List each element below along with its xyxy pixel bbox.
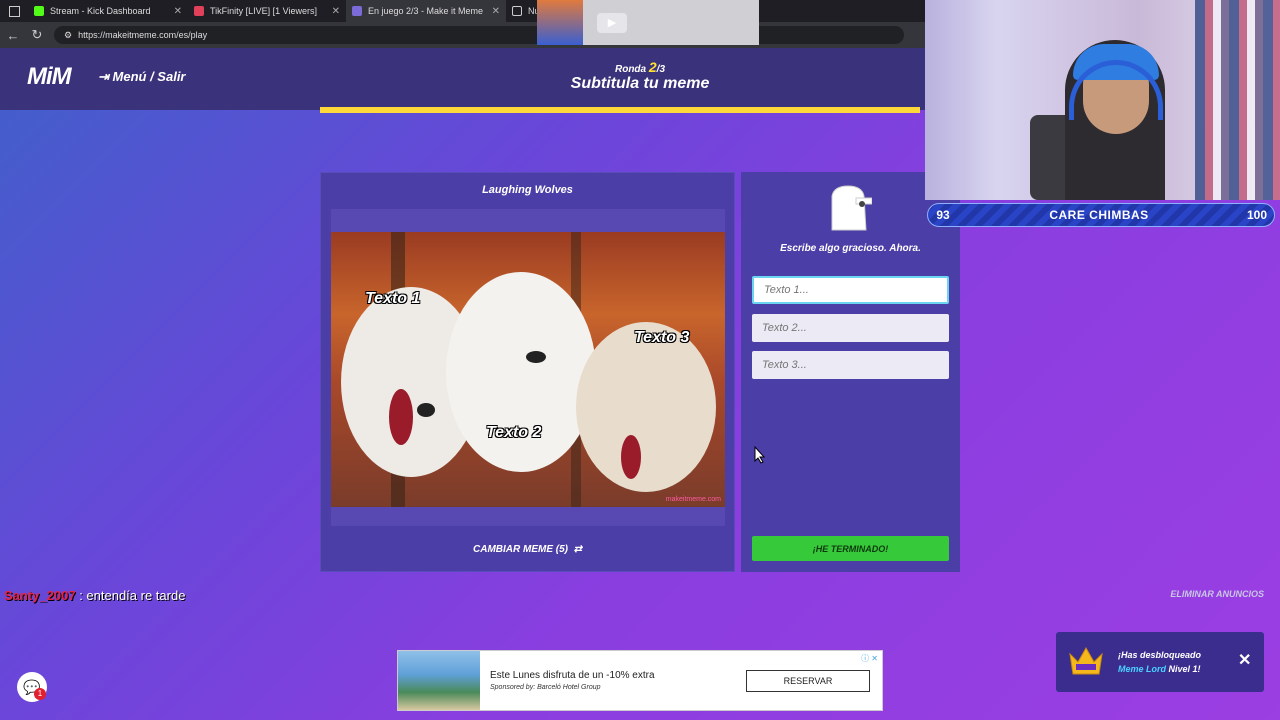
round-progress-bar	[320, 107, 920, 113]
tab-tikfinity[interactable]: TikFinity [LIVE] [1 Viewers] ✕	[188, 0, 346, 22]
change-meme-label: CAMBIAR MEME (5)	[473, 544, 569, 555]
ghost-mascot-icon	[831, 185, 872, 231]
meme-panel: Laughing Wolves Texto 1 Texto 2 Texto 3 …	[320, 172, 735, 572]
notification-badge: 1	[34, 688, 46, 700]
browser-tab-strip: Stream - Kick Dashboard ✕ TikFinity [LIV…	[0, 0, 925, 22]
meme-caption-2: Texto 2	[486, 424, 542, 441]
clothing-rack	[1195, 0, 1280, 200]
ad-headline: Este Lunes disfruta de un -10% extra	[490, 670, 655, 681]
tikfinity-favicon-icon	[194, 6, 204, 16]
back-arrow-icon[interactable]: ←	[6, 28, 20, 43]
mouse-cursor-icon	[754, 446, 766, 464]
reload-icon[interactable]: ↻	[30, 27, 44, 43]
meme-caption-1: Texto 1	[365, 290, 421, 307]
meme-frame: Texto 1 Texto 2 Texto 3 makeitmeme.com	[331, 209, 725, 526]
exit-icon: ⇥	[98, 69, 109, 84]
remove-ads-link[interactable]: ELIMINAR ANUNCIOS	[1160, 589, 1264, 599]
address-bar-row: ← ↻ ⚙ https://makeitmeme.com/es/play	[0, 22, 925, 48]
close-tab-icon[interactable]: ✕	[332, 6, 340, 17]
caption-input-3[interactable]	[752, 351, 949, 379]
toast-message: ¡Has desbloqueado Meme Lord Nivel 1!	[1118, 648, 1228, 676]
video-thumbnail-overlay: ▶	[537, 0, 759, 45]
done-button[interactable]: ¡HE TERMINADO!	[752, 536, 949, 561]
tab-overview-icon	[8, 5, 20, 17]
toast-text-a: ¡Has desbloqueado	[1118, 650, 1202, 660]
url-text: https://makeitmeme.com/es/play	[78, 30, 208, 40]
chat-text: : entendía re tarde	[79, 588, 186, 603]
crown-icon	[1069, 646, 1103, 675]
url-input[interactable]: ⚙ https://makeitmeme.com/es/play	[54, 26, 904, 44]
goal-target: 100	[1246, 208, 1268, 222]
page-favicon-icon	[512, 6, 522, 16]
tab-overview-button[interactable]	[0, 0, 28, 22]
goal-current: 93	[936, 208, 950, 222]
ad-info-icon[interactable]: ⓘ ✕	[861, 653, 878, 664]
streamer-thumbnail	[537, 0, 583, 45]
refresh-icon: ⇄	[570, 544, 582, 555]
goal-name: CARE CHIMBAS	[1049, 208, 1149, 222]
tab-make-it-meme[interactable]: En juego 2/3 - Make it Meme ✕	[346, 0, 506, 22]
change-meme-button[interactable]: CAMBIAR MEME (5) ⇄	[320, 544, 735, 555]
round-current: 2	[648, 59, 657, 75]
tab-label: Stream - Kick Dashboard	[50, 6, 151, 16]
tab-label: En juego 2/3 - Make it Meme	[368, 6, 484, 16]
write-prompt: Escribe algo gracioso. Ahora.	[780, 243, 921, 254]
close-tab-icon[interactable]: ✕	[174, 6, 182, 17]
chat-message: Santy_2007 : entendía re tarde	[4, 588, 185, 603]
page-title: Subtitula tu meme	[570, 75, 710, 92]
round-progress-fill	[320, 107, 920, 113]
chat-username: Santy_2007	[4, 588, 76, 603]
tab-kick-dashboard[interactable]: Stream - Kick Dashboard ✕	[28, 0, 188, 22]
round-indicator: Ronda 2/3	[600, 59, 680, 75]
meme-image: Texto 1 Texto 2 Texto 3 makeitmeme.com	[331, 232, 725, 507]
toast-text-b: Nivel 1!	[1166, 664, 1201, 674]
close-tab-icon[interactable]: ✕	[492, 6, 500, 17]
meme-caption-3: Texto 3	[634, 329, 690, 346]
wolves-illustration	[341, 232, 716, 507]
kick-favicon-icon	[34, 6, 44, 16]
play-icon[interactable]: ▶	[597, 12, 627, 33]
round-prefix: Ronda	[614, 64, 647, 75]
stream-goal-bar: 93 CARE CHIMBAS 100	[927, 203, 1275, 227]
meme-watermark: makeitmeme.com	[665, 496, 721, 503]
ad-sponsor: Sponsored by: Barceló Hotel Group	[490, 684, 601, 691]
ad-image	[398, 651, 480, 710]
meme-title: Laughing Wolves	[482, 184, 573, 196]
menu-exit-label: Menú / Salir	[112, 69, 186, 84]
menu-exit-button[interactable]: ⇥ Menú / Salir	[98, 69, 186, 85]
caption-input-panel: Escribe algo gracioso. Ahora. ¡HE TERMIN…	[741, 172, 960, 572]
achievement-toast: ¡Has desbloqueado Meme Lord Nivel 1! ✕	[1056, 632, 1264, 692]
site-info-icon[interactable]: ⚙	[64, 30, 72, 41]
ad-banner[interactable]: Este Lunes disfruta de un -10% extra Spo…	[397, 650, 883, 711]
caption-input-2[interactable]	[752, 314, 949, 342]
reserve-button[interactable]: RESERVAR	[746, 670, 870, 692]
close-icon[interactable]: ✕	[1238, 650, 1251, 670]
tab-label: TikFinity [LIVE] [1 Viewers]	[210, 6, 318, 16]
round-total: /3	[656, 64, 666, 75]
mim-favicon-icon	[352, 6, 362, 16]
webcam-feed	[925, 0, 1280, 200]
mim-logo[interactable]: MiM	[27, 63, 72, 91]
caption-input-1[interactable]	[752, 276, 949, 304]
toast-highlight: Meme Lord	[1118, 664, 1167, 674]
